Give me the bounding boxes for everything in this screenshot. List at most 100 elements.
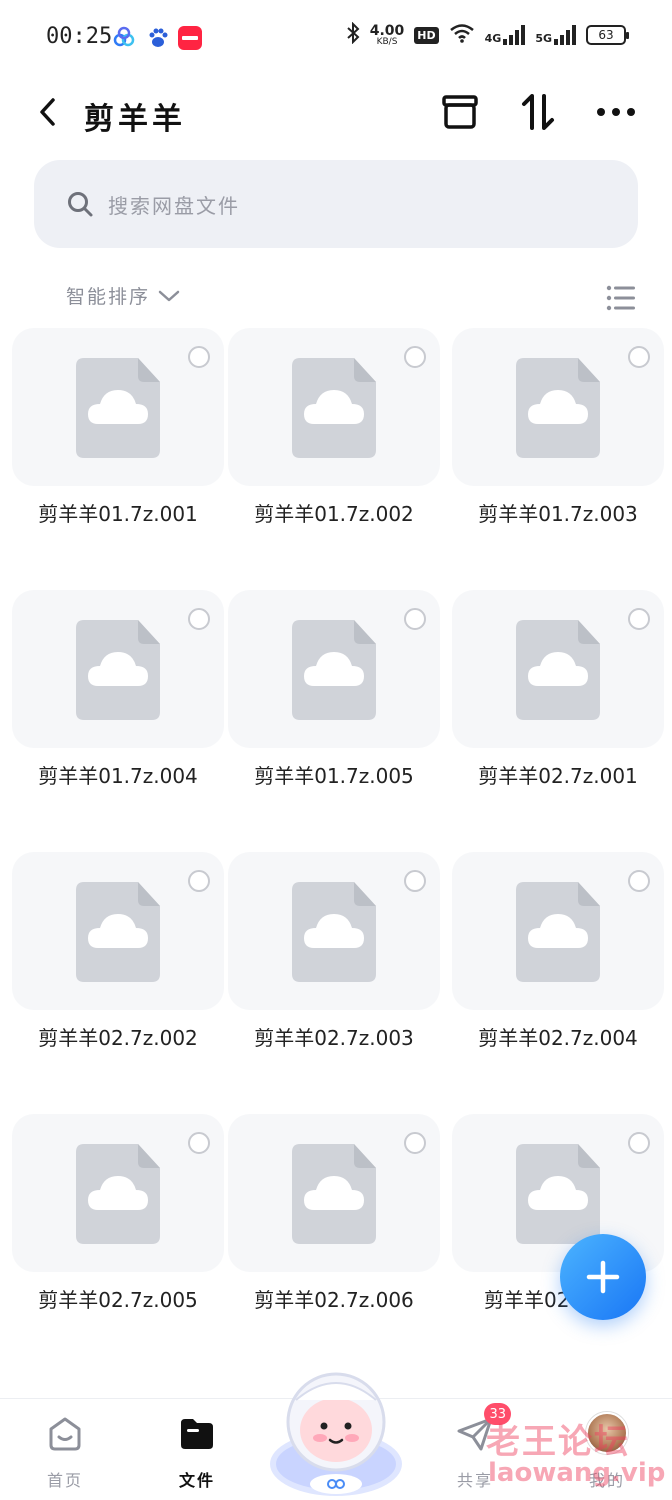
- nav-label-files: 文件: [178, 1471, 215, 1490]
- search-icon: [68, 192, 93, 217]
- cellular-signal-5g: 5G: [535, 25, 576, 45]
- select-checkbox[interactable]: [628, 1132, 650, 1154]
- file-item[interactable]: 剪羊羊01.7z.005: [228, 590, 440, 830]
- file-thumbnail: [228, 328, 440, 486]
- archive-button[interactable]: [438, 90, 482, 134]
- avatar: [585, 1411, 629, 1455]
- cloud-file-icon: [292, 358, 376, 458]
- file-name: 剪羊羊02.7z.004: [478, 1026, 638, 1050]
- file-thumbnail: [12, 328, 224, 486]
- plus-icon: [586, 1260, 620, 1294]
- home-icon: [43, 1411, 87, 1455]
- file-thumbnail: [228, 852, 440, 1010]
- file-thumbnail: [228, 590, 440, 748]
- file-item[interactable]: 剪羊羊01.7z.001: [12, 328, 224, 568]
- nav-label-share: 共享: [456, 1471, 493, 1490]
- file-name: 剪羊羊01.7z.003: [478, 502, 638, 526]
- app-notification-icon-1: [112, 26, 136, 50]
- archive-box-icon: [442, 95, 478, 129]
- title-bar: 剪羊羊: [0, 80, 672, 144]
- file-item[interactable]: 剪羊羊02.7z.006: [228, 1114, 440, 1354]
- file-thumbnail: [452, 328, 664, 486]
- file-name: 剪羊羊02.7z.003: [254, 1026, 414, 1050]
- astronaut-mascot-icon: [270, 1372, 402, 1496]
- sort-arrows-icon: [522, 94, 554, 130]
- file-item[interactable]: 剪羊羊01.7z.003: [452, 328, 664, 568]
- select-checkbox[interactable]: [628, 346, 650, 368]
- signal-type-label-1: 4G: [484, 32, 502, 45]
- network-speed-value: 4.00: [369, 22, 405, 39]
- signal-bars-icon-1: [503, 25, 526, 45]
- select-checkbox[interactable]: [188, 1132, 210, 1154]
- cloud-file-icon: [292, 620, 376, 720]
- file-item[interactable]: 剪羊羊02: [452, 1114, 664, 1354]
- cloud-file-icon: [516, 1144, 600, 1244]
- file-item[interactable]: 剪羊羊02.7z.003: [228, 852, 440, 1092]
- file-item[interactable]: 剪羊羊02.7z.002: [12, 852, 224, 1092]
- sort-order-button[interactable]: [516, 90, 560, 134]
- cloud-file-icon: [76, 882, 160, 982]
- select-checkbox[interactable]: [404, 1132, 426, 1154]
- nav-tab-share[interactable]: 33 共享: [420, 1403, 530, 1497]
- file-name: 剪羊羊01.7z.004: [38, 764, 198, 788]
- network-speed-unit: KB/S: [376, 36, 398, 47]
- select-checkbox[interactable]: [628, 608, 650, 630]
- file-thumbnail: [12, 1114, 224, 1272]
- app-notification-icon-3: [178, 26, 202, 50]
- sort-label: 智能排序: [66, 286, 151, 308]
- cloud-file-icon: [76, 620, 160, 720]
- signal-bars-icon-2: [554, 25, 576, 45]
- file-name: 剪羊羊02.7z.005: [38, 1288, 198, 1312]
- file-item[interactable]: 剪羊羊02.7z.005: [12, 1114, 224, 1354]
- file-thumbnail: [452, 852, 664, 1010]
- file-name: 剪羊羊01.7z.001: [38, 502, 198, 526]
- status-time: 00:25: [46, 24, 113, 49]
- cellular-signal-4g: 4G: [485, 25, 526, 45]
- sort-toolbar: 智能排序: [0, 282, 672, 316]
- hd-voice-badge: HD: [414, 26, 439, 44]
- select-checkbox[interactable]: [188, 346, 210, 368]
- assistant-mascot-button[interactable]: [266, 1360, 406, 1500]
- select-checkbox[interactable]: [404, 870, 426, 892]
- status-right-group: 4.00 KB/S HD 4G 5G 63: [346, 21, 629, 48]
- add-upload-button[interactable]: [560, 1234, 646, 1320]
- file-thumbnail: [452, 590, 664, 748]
- back-button[interactable]: [28, 92, 68, 132]
- app-notification-icon-2: [146, 26, 170, 50]
- wifi-icon: [449, 23, 475, 47]
- page-title: 剪羊羊: [84, 102, 186, 137]
- signal-type-label-2: 5G: [535, 32, 552, 45]
- chevron-left-icon: [40, 98, 55, 126]
- select-checkbox[interactable]: [628, 870, 650, 892]
- smart-sort-dropdown[interactable]: 智能排序: [66, 282, 180, 309]
- nav-label-mine: 我的: [588, 1471, 625, 1490]
- send-icon: 33: [453, 1403, 511, 1455]
- search-placeholder: 搜索网盘文件: [108, 193, 240, 218]
- file-item[interactable]: 剪羊羊02.7z.004: [452, 852, 664, 1092]
- more-options-button[interactable]: [594, 90, 638, 134]
- list-view-toggle[interactable]: [606, 284, 636, 314]
- select-checkbox[interactable]: [404, 608, 426, 630]
- search-input[interactable]: 搜索网盘文件: [34, 160, 638, 248]
- nav-tab-home[interactable]: 首页: [10, 1407, 120, 1497]
- user-avatar-image: [586, 1412, 628, 1454]
- share-count-badge: 33: [484, 1403, 511, 1425]
- bluetooth-icon: [346, 21, 360, 48]
- nav-label-home: 首页: [46, 1471, 83, 1490]
- select-checkbox[interactable]: [188, 870, 210, 892]
- file-thumbnail: [228, 1114, 440, 1272]
- nav-tab-mine[interactable]: 我的: [552, 1407, 662, 1497]
- chevron-down-icon: [158, 290, 180, 301]
- select-checkbox[interactable]: [404, 346, 426, 368]
- nav-tab-files[interactable]: 文件: [142, 1407, 252, 1497]
- network-speed: 4.00 KB/S: [370, 24, 405, 47]
- file-item[interactable]: 剪羊羊02.7z.001: [452, 590, 664, 830]
- file-item[interactable]: 剪羊羊01.7z.002: [228, 328, 440, 568]
- cloud-file-icon: [516, 882, 600, 982]
- file-item[interactable]: 剪羊羊01.7z.004: [12, 590, 224, 830]
- select-checkbox[interactable]: [188, 608, 210, 630]
- more-dots-icon: [597, 108, 635, 116]
- cloud-file-icon: [516, 620, 600, 720]
- file-thumbnail: [12, 590, 224, 748]
- file-name: 剪羊羊02.7z.006: [254, 1288, 414, 1312]
